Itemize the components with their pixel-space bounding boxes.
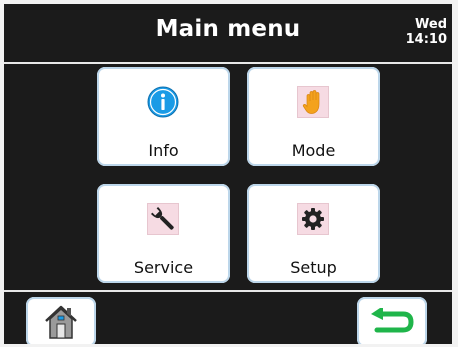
clock: Wed 14:10 bbox=[397, 17, 447, 47]
footer-divider bbox=[4, 290, 452, 292]
home-icon bbox=[45, 305, 77, 339]
header-divider bbox=[4, 62, 452, 64]
gear-icon bbox=[297, 203, 329, 235]
page-title: Main menu bbox=[155, 16, 301, 42]
back-button[interactable] bbox=[357, 297, 427, 344]
clock-time: 14:10 bbox=[405, 32, 447, 47]
header: Main menu Wed 14:10 bbox=[4, 4, 452, 61]
mode-button[interactable]: Mode bbox=[247, 67, 380, 166]
info-button[interactable]: Info bbox=[97, 67, 230, 166]
clock-day: Wed bbox=[415, 17, 447, 32]
setup-button[interactable]: Setup bbox=[247, 184, 380, 283]
setup-label: Setup bbox=[290, 258, 337, 277]
home-button[interactable] bbox=[26, 297, 96, 344]
mode-label: Mode bbox=[291, 141, 336, 160]
hand-icon bbox=[297, 86, 329, 118]
back-arrow-icon bbox=[371, 308, 414, 333]
wrench-icon bbox=[147, 203, 179, 235]
service-button[interactable]: Service bbox=[97, 184, 230, 283]
display-screen: Main menu Wed 14:10 Info Mode Service Se… bbox=[4, 4, 452, 344]
service-label: Service bbox=[133, 258, 194, 277]
info-icon bbox=[147, 86, 179, 118]
info-label: Info bbox=[148, 141, 179, 160]
